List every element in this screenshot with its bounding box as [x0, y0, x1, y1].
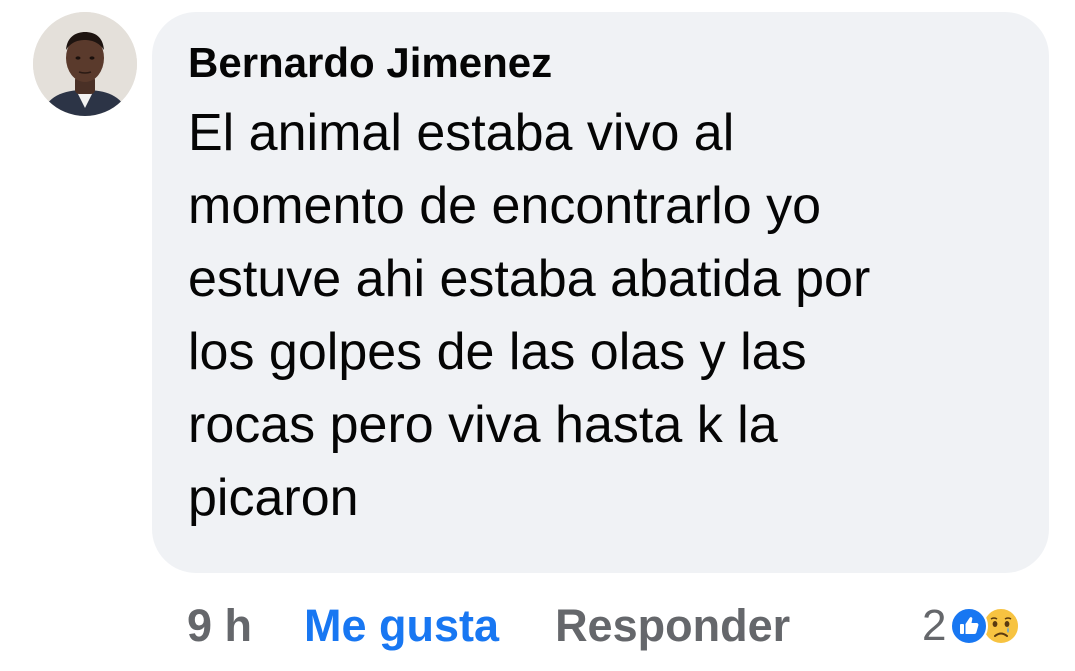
reaction-count: 2	[922, 601, 947, 650]
reply-button[interactable]: Responder	[555, 600, 790, 652]
like-button[interactable]: Me gusta	[304, 600, 499, 652]
comment-actions: 9 h Me gusta Responder	[187, 596, 790, 656]
comment-text-line: momento de encontrarlo yo	[188, 177, 822, 235]
comment-text: El animal estaba vivo al momento de enco…	[188, 97, 1018, 535]
comment-timestamp[interactable]: 9 h	[187, 600, 252, 652]
avatar-photo	[33, 12, 137, 116]
comment-text-line: El animal estaba vivo al	[188, 104, 735, 162]
reaction-summary[interactable]: 2	[922, 598, 1021, 654]
comment-text-line: los golpes de las olas y las	[188, 323, 807, 381]
avatar[interactable]	[33, 12, 137, 116]
like-icon	[950, 607, 989, 645]
comment-text-line: estuve ahi estaba abatida por	[188, 250, 871, 308]
comment-author[interactable]: Bernardo Jimenez	[188, 38, 1019, 88]
comment-bubble: Bernardo Jimenez El animal estaba vivo a…	[152, 12, 1049, 573]
comment: Bernardo Jimenez El animal estaba vivo a…	[0, 0, 1075, 671]
comment-text-line: rocas pero viva hasta k la	[188, 396, 778, 454]
comment-text-line: picaron	[188, 469, 359, 527]
